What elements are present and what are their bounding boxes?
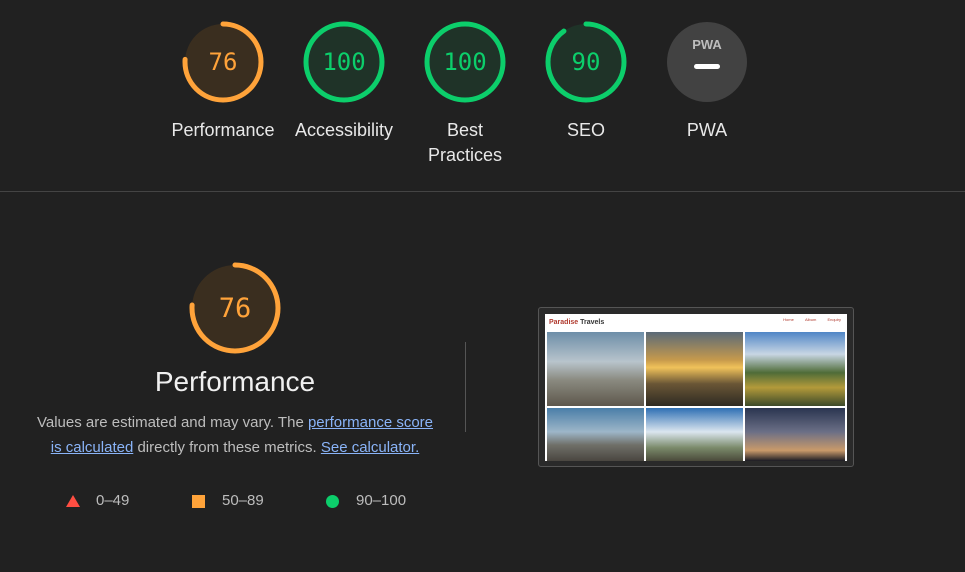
performance-gauge-ring: 76 (182, 21, 264, 103)
gauge-seo[interactable]: 90 SEO (531, 20, 641, 143)
see-calculator-link[interactable]: See calculator. (321, 439, 419, 456)
pwa-badge-icon: PWA (667, 22, 747, 102)
performance-section: 76 Performance Values are estimated and … (30, 260, 440, 460)
pwa-dash-icon (694, 64, 720, 69)
gauge-performance[interactable]: 76 Performance (168, 20, 278, 143)
performance-description: Values are estimated and may vary. The p… (30, 410, 440, 460)
photo-tile-glacier (547, 408, 644, 461)
screenshot-nav: Home Album Enquiry (773, 317, 841, 322)
pwa-badge-text: PWA (692, 37, 722, 52)
gauge-pwa[interactable]: PWA PWA (652, 20, 762, 143)
section-divider (0, 191, 965, 192)
photo-tile-forest (745, 332, 845, 406)
performance-title: Performance (154, 366, 316, 397)
legend-average-range: 50–89 (222, 492, 264, 509)
photo-tile-hiker (646, 408, 743, 461)
legend-fail-range: 0–49 (96, 492, 130, 509)
seo-gauge-ring: 90 (545, 21, 627, 103)
photo-tile-silhouettes (745, 408, 845, 461)
square-icon (192, 495, 205, 508)
seo-label: SEO (566, 120, 605, 140)
photo-tile-mountain-trail (547, 332, 644, 406)
screenshot-nav-album: Album (804, 317, 817, 322)
desc-prefix: Values are estimated and may vary. The (36, 414, 308, 431)
pwa-label: PWA (686, 120, 728, 140)
photo-tile-sunset (646, 332, 743, 406)
gauge-best-practices[interactable]: 100 Best Practices (410, 20, 520, 168)
best-practices-label-line2: Practices (427, 145, 503, 165)
screenshot-brand-logo: Paradise Travels (549, 319, 604, 326)
best-practices-gauge-ring: 100 (424, 21, 506, 103)
seo-score: 90 (572, 48, 601, 76)
accessibility-label: Accessibility (294, 120, 394, 140)
best-practices-label-line1: Best (446, 120, 484, 140)
brand-part2: Travels (578, 319, 605, 326)
accessibility-score: 100 (322, 48, 365, 76)
performance-large-gauge: 76 (189, 262, 281, 354)
page-screenshot-thumbnail[interactable]: Paradise Travels Home Album Enquiry (538, 307, 854, 467)
performance-score: 76 (209, 48, 238, 76)
gauge-accessibility[interactable]: 100 Accessibility (289, 20, 399, 143)
best-practices-label: Best Practices (410, 118, 520, 168)
circle-icon (326, 495, 339, 508)
accessibility-gauge-ring: 100 (303, 21, 385, 103)
legend-pass-range: 90–100 (356, 492, 407, 509)
screenshot-nav-home: Home (783, 317, 794, 322)
desc-mid: directly from these metrics. (133, 439, 321, 456)
category-gauges: 76 Performance 100 Accessibility 100 Bes… (0, 0, 965, 192)
triangle-icon (66, 495, 80, 507)
performance-label: Performance (171, 120, 275, 140)
screenshot-nav-enquiry: Enquiry (827, 317, 841, 322)
screenshot-page: Paradise Travels Home Album Enquiry (545, 314, 847, 461)
performance-large-score: 76 (219, 293, 252, 324)
best-practices-score: 100 (443, 48, 486, 76)
vertical-divider (465, 342, 466, 432)
brand-part1: Paradise (549, 319, 579, 326)
